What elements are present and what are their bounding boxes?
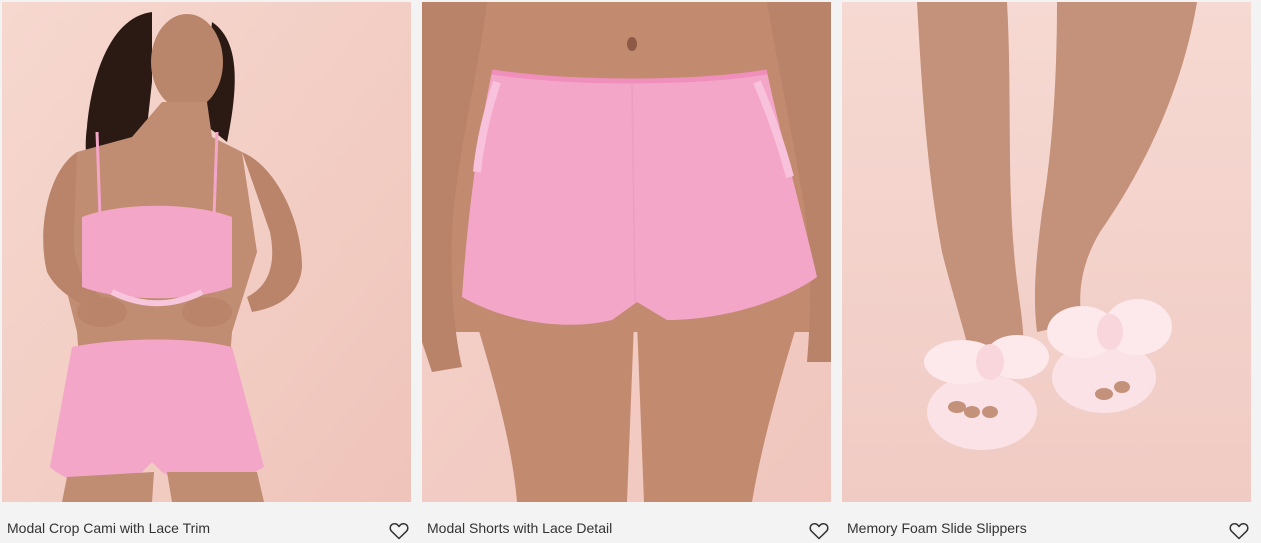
product-title[interactable]: Modal Crop Cami with Lace Trim — [7, 520, 210, 536]
heart-outline-icon[interactable] — [389, 522, 409, 540]
product-info: Modal Crop Cami with Lace Trim — [2, 506, 411, 543]
product-grid: Modal Crop Cami with Lace Trim Modal Sho… — [0, 0, 1261, 543]
product-card[interactable]: Modal Shorts with Lace Detail — [422, 0, 831, 543]
model-wearing-cami-and-shorts-image — [2, 2, 411, 502]
product-info: Modal Shorts with Lace Detail — [422, 506, 831, 543]
product-title[interactable]: Modal Shorts with Lace Detail — [427, 520, 612, 536]
heart-outline-icon[interactable] — [809, 522, 829, 540]
model-wearing-shorts-image — [422, 2, 831, 502]
heart-outline-icon[interactable] — [1229, 522, 1249, 540]
product-card[interactable]: Memory Foam Slide Slippers — [842, 0, 1251, 543]
product-image[interactable] — [2, 2, 411, 502]
product-info: Memory Foam Slide Slippers — [842, 506, 1251, 543]
model-wearing-slippers-image — [842, 2, 1251, 502]
product-card[interactable]: Modal Crop Cami with Lace Trim — [2, 0, 411, 543]
product-image[interactable] — [422, 2, 831, 502]
product-title[interactable]: Memory Foam Slide Slippers — [847, 520, 1027, 536]
product-image[interactable] — [842, 2, 1251, 502]
